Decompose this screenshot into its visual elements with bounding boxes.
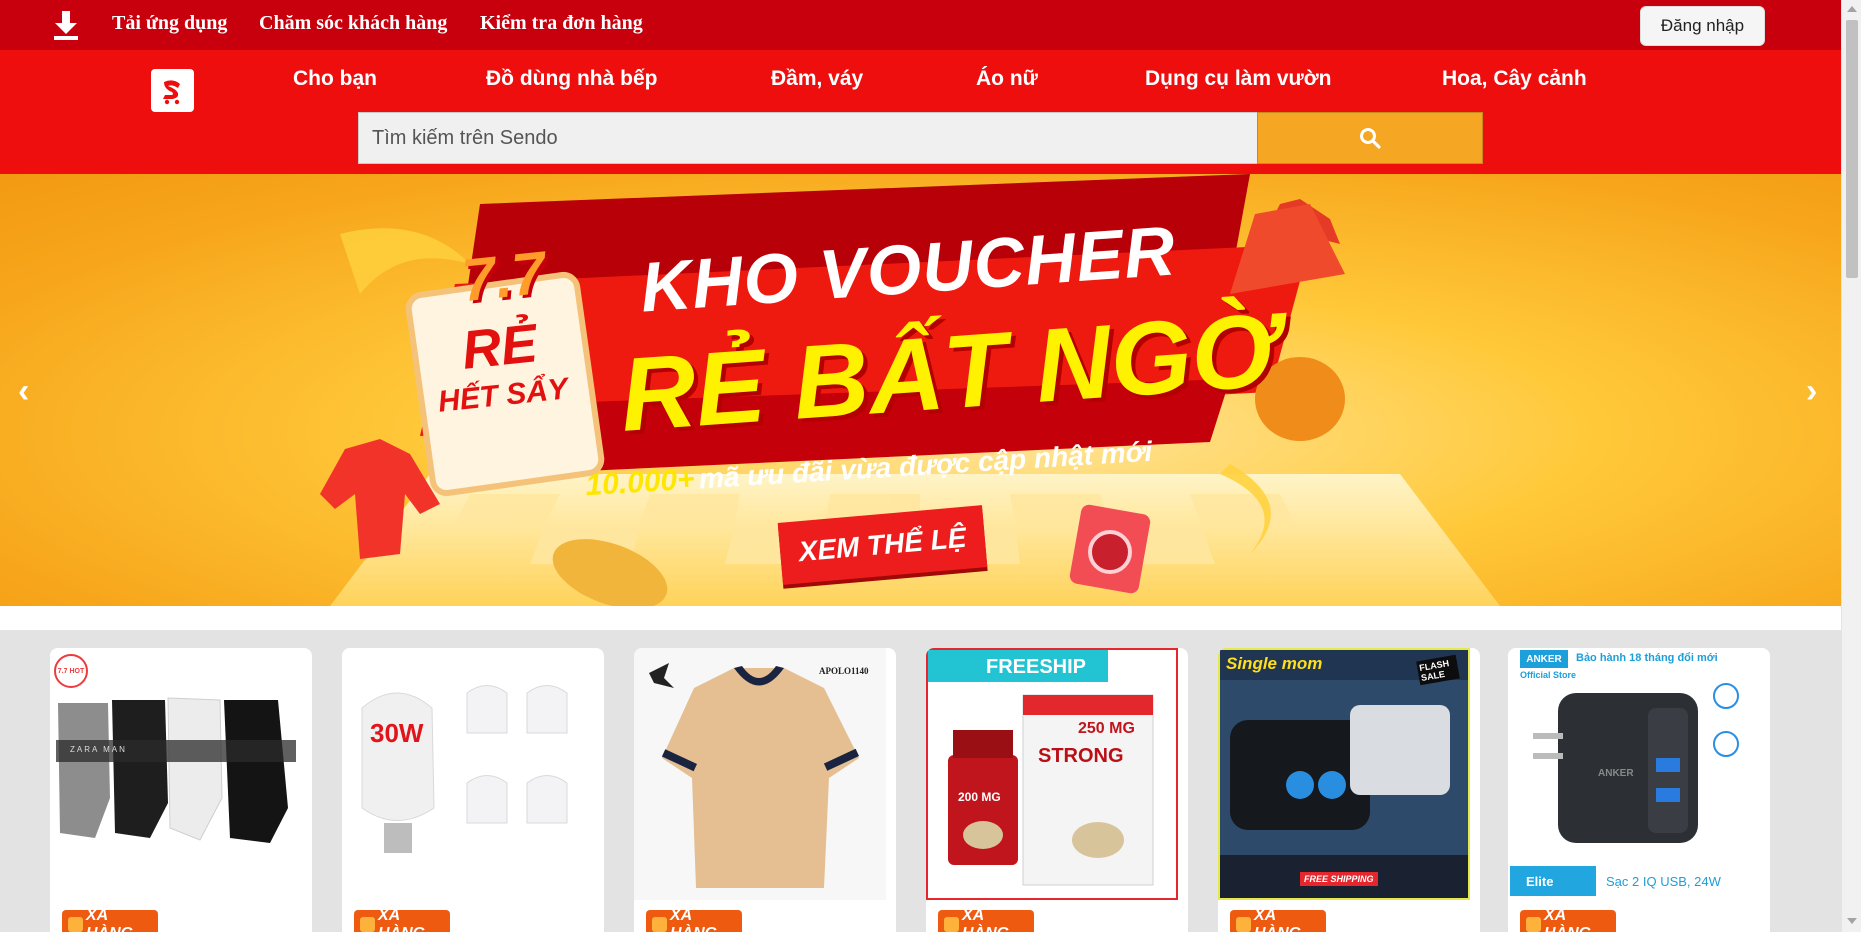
tag-icon [652,917,667,932]
clearance-tag: XẢ HÀNG [62,907,158,932]
tag-label: XẢ HÀNG [378,907,425,932]
banner-sub-count: 10.000+ [584,462,696,503]
charger-image [1508,648,1760,900]
product-image: APOLO1140 [634,648,886,900]
page-scrollbar[interactable] [1841,0,1861,932]
free-shipping-label: FREE SHIPPING [1300,872,1378,886]
product-card[interactable]: 7.7 HOT ZARA MAN XẢ HÀNG [50,648,312,932]
tag-icon [1526,917,1541,932]
section-spacer [0,606,1841,630]
scrollbar-thumb[interactable] [1846,20,1858,278]
tag-label: XẢ HÀNG [670,907,717,932]
warranty-label: Bảo hành 18 tháng đổi mới [1576,652,1718,664]
bulb-image [342,648,594,900]
clearance-tag: XẢ HÀNG [1520,907,1616,932]
socks-image [50,648,302,900]
category-hoa-cay-canh[interactable]: Hoa, Cây cảnh [1442,67,1587,91]
polo-shirt-image [634,648,886,900]
scroll-down-icon[interactable] [1847,918,1857,924]
tag-label: XẢ HÀNG [1544,907,1591,932]
anker-brand-badge: ANKER [1520,650,1568,668]
chevron-left-icon[interactable]: ‹ [18,372,29,411]
product-card[interactable]: APOLO1140 XẢ HÀNG [634,648,896,932]
dose-label-1: 200 MG [958,790,1001,804]
wattage-badge: 30W [370,718,424,748]
customer-care-link[interactable]: Chăm sóc khách hàng [259,12,447,35]
tag-label: XẢ HÀNG [962,907,1009,932]
product-image: 30W [342,648,594,900]
sku-label: APOLO1140 [819,666,869,676]
category-dung-cu-lam-vuon[interactable]: Dụng cụ làm vườn [1145,67,1332,91]
product-card[interactable]: FREESHIP STRONG 200 MG 250 MG XẢ HÀNG [926,648,1188,932]
product-caption: Sạc 2 IQ USB, 24W [1606,874,1721,889]
product-row: 7.7 HOT ZARA MAN XẢ HÀNG 30W XẢ HÀNG [0,630,1841,932]
elite-label: Elite [1526,874,1554,889]
scroll-up-icon[interactable] [1847,6,1857,12]
anker-device-label: ANKER [1598,768,1634,779]
promo-banner[interactable]: 7.7 RẺ HẾT SẨY KHO VOUCHER RẺ BẤT NGỜ 10… [0,174,1841,606]
tag-icon [68,917,83,932]
category-cho-ban[interactable]: Cho bạn [293,67,377,91]
search-icon [1360,128,1381,149]
dose-label-2: 250 MG [1078,720,1135,737]
clearance-tag: XẢ HÀNG [938,907,1034,932]
badge-re: RẺ [459,313,540,381]
clearance-tag: XẢ HÀNG [1230,907,1326,932]
category-do-dung-nha-bep[interactable]: Đồ dùng nhà bếp [486,67,657,91]
product-image: Single mom FLASH SALE FREE SHIPPING [1218,648,1470,900]
tag-icon [944,917,959,932]
product-image: FREESHIP STRONG 200 MG 250 MG [926,648,1178,900]
clearance-tag: XẢ HÀNG [646,907,742,932]
search-input[interactable] [358,112,1258,164]
sendo-logo[interactable] [151,69,194,112]
cart-logo-icon [162,79,180,104]
product-card[interactable]: 30W XẢ HÀNG [342,648,604,932]
brand-label: ZARA MAN [70,745,127,754]
brand-label: STRONG [1038,745,1124,767]
order-check-link[interactable]: Kiểm tra đơn hàng [480,12,643,35]
top-bar: Tải ứng dụng Chăm sóc khách hàng Kiểm tr… [0,0,1841,50]
single-mom-label: Single mom [1226,654,1323,673]
category-dam-vay[interactable]: Đầm, váy [771,67,863,91]
main-header: Cho bạn Đồ dùng nhà bếp Đầm, váy Áo nữ D… [0,50,1841,174]
download-icon[interactable] [52,11,80,41]
chevron-right-icon[interactable]: › [1806,372,1817,411]
tag-label: XẢ HÀNG [86,907,133,932]
badge-77: 7.7 [458,238,549,315]
official-store-label: Official Store [1520,670,1577,680]
search-button[interactable] [1257,112,1483,164]
product-image: 7.7 HOT ZARA MAN [50,648,302,900]
product-card[interactable]: Single mom FLASH SALE FREE SHIPPING XẢ H… [1218,648,1480,932]
tag-icon [1236,917,1251,932]
tag-icon [360,917,375,932]
category-ao-nu[interactable]: Áo nữ [976,67,1038,91]
product-card[interactable]: ANKER Official Store Bảo hành 18 tháng đ… [1508,648,1770,932]
download-app-link[interactable]: Tải ứng dụng [112,12,227,35]
freeship-badge: FREESHIP [986,656,1087,678]
supplement-image [928,650,1176,898]
login-button[interactable]: Đăng nhập [1640,6,1765,46]
clearance-tag: XẢ HÀNG [354,907,450,932]
earbuds-image [1220,650,1468,898]
product-image: ANKER Official Store Bảo hành 18 tháng đ… [1508,648,1760,900]
hot-badge: 7.7 HOT [54,654,88,688]
tag-label: XẢ HÀNG [1254,907,1301,932]
